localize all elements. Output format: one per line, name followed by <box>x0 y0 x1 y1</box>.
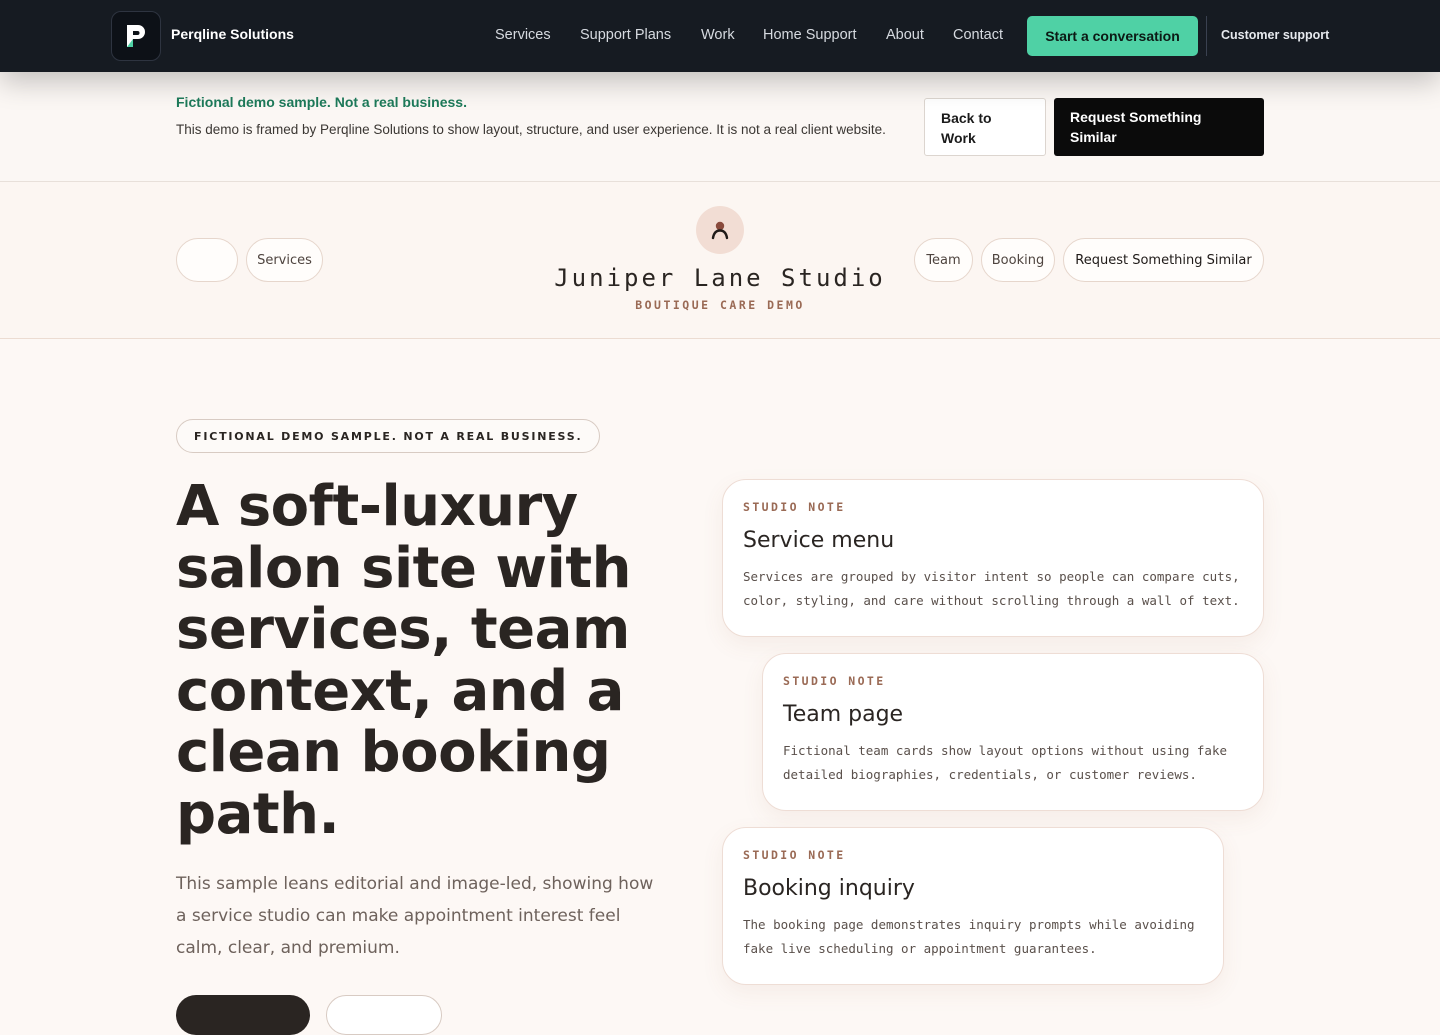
nav-divider <box>1206 16 1207 56</box>
nav-services[interactable]: Services <box>495 27 551 43</box>
nav-contact[interactable]: Contact <box>953 27 1003 43</box>
card-title: Team page <box>783 702 904 727</box>
card-text: The booking page demonstrates inquiry pr… <box>743 917 1195 956</box>
card-kicker: STUDIO NOTE <box>743 500 846 514</box>
request-similar-button[interactable]: Request Something Similar <box>1054 98 1264 156</box>
card-kicker: STUDIO NOTE <box>783 674 886 688</box>
studio-avatar <box>696 206 744 254</box>
customer-support-link[interactable]: Customer support <box>1221 28 1329 42</box>
hero-headline: A soft-luxury salon site with services, … <box>176 474 632 847</box>
demo-notice-banner: Fictional demo sample. Not a real busine… <box>0 72 1440 182</box>
nav-home-support[interactable]: Home Support <box>763 27 857 43</box>
nav-work[interactable]: Work <box>701 27 735 43</box>
card-kicker: STUDIO NOTE <box>743 848 846 862</box>
studio-nav-team[interactable]: Team <box>914 238 973 282</box>
person-icon <box>711 221 729 240</box>
studio-nav-home-pill[interactable] <box>176 238 238 282</box>
back-to-work-button[interactable]: Back to Work <box>924 98 1046 156</box>
studio-note-card: STUDIO NOTE Team page Fictional team car… <box>762 653 1264 811</box>
brand-logo[interactable] <box>111 11 161 61</box>
card-title: Service menu <box>743 528 895 553</box>
nav-support-plans[interactable]: Support Plans <box>580 27 671 43</box>
studio-nav-request-similar[interactable]: Request Something Similar <box>1063 238 1264 282</box>
studio-note-card: STUDIO NOTE Booking inquiry The booking … <box>722 827 1224 985</box>
hero-primary-button[interactable] <box>176 995 310 1035</box>
hero-secondary-button[interactable] <box>326 995 442 1035</box>
studio-header: Services Juniper Lane Studio BOUTIQUE CA… <box>0 182 1440 339</box>
site-header: Perqline Solutions Services Support Plan… <box>0 0 1440 72</box>
card-text: Fictional team cards show layout options… <box>783 743 1228 782</box>
card-title: Booking inquiry <box>743 876 915 901</box>
hero-lead: This sample leans editorial and image-le… <box>176 874 654 958</box>
studio-nav-booking[interactable]: Booking <box>981 238 1055 282</box>
brand-name[interactable]: Perqline Solutions <box>171 26 294 42</box>
nav-about[interactable]: About <box>886 27 924 43</box>
notice-title: Fictional demo sample. Not a real busine… <box>176 94 467 110</box>
card-text: Services are grouped by visitor intent s… <box>743 569 1240 608</box>
logo-p-icon <box>127 25 145 47</box>
studio-note-card: STUDIO NOTE Service menu Services are gr… <box>722 479 1264 637</box>
studio-nav-services[interactable]: Services <box>246 238 323 282</box>
notice-text: This demo is framed by Perqline Solution… <box>176 122 886 137</box>
start-conversation-button[interactable]: Start a conversation <box>1027 16 1198 56</box>
studio-subtitle: BOUTIQUE CARE DEMO <box>635 298 805 312</box>
studio-name: Juniper Lane Studio <box>554 264 886 292</box>
fictional-demo-tag: FICTIONAL DEMO SAMPLE. NOT A REAL BUSINE… <box>176 419 601 453</box>
